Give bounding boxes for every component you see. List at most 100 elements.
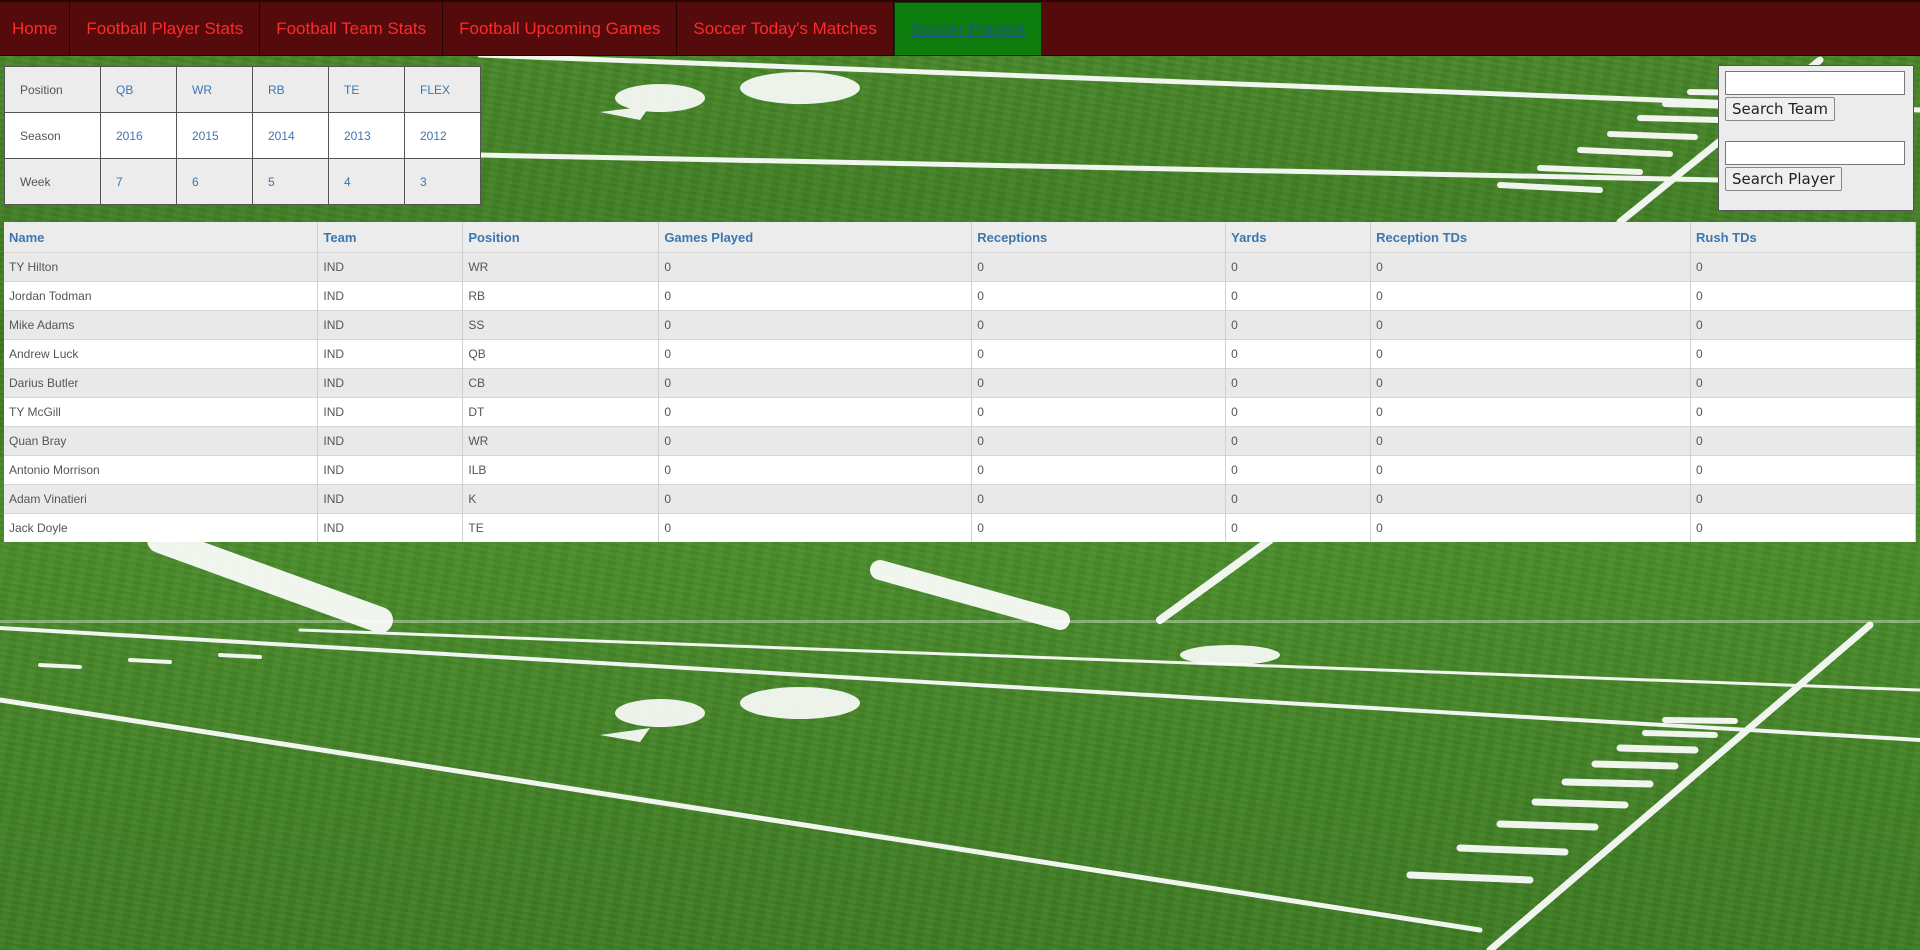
column-header-rush-tds[interactable]: Rush TDs (1690, 222, 1916, 253)
table-cell: 0 (1370, 368, 1692, 398)
top-navbar: Home Football Player Stats Football Team… (0, 0, 1920, 56)
table-cell: 0 (971, 281, 1227, 311)
table-row: Jack Doyle IND TE 0 0 0 0 0 (4, 513, 1916, 542)
season-option-2014[interactable]: 2014 (252, 112, 329, 159)
table-body: TY Hilton IND WR 0 0 0 0 0 Jordan Todman IND RB 0 0 0… (4, 252, 1916, 542)
week-option-4[interactable]: 4 (328, 158, 405, 205)
table-row: TY Hilton IND WR 0 0 0 0 0 (4, 252, 1916, 282)
column-header-receptions[interactable]: Receptions (971, 222, 1227, 253)
nav-soccer-players[interactable]: Soccer Players (893, 2, 1043, 56)
table-cell: 0 (971, 339, 1227, 369)
column-header-games-played[interactable]: Games Played (658, 222, 973, 253)
table-cell: Jordan Todman (4, 281, 319, 311)
table-row: Antonio Morrison IND ILB 0 0 0 0 0 (4, 455, 1916, 485)
table-cell: 0 (658, 252, 973, 282)
season-label: Season (4, 112, 101, 159)
table-header-row: Name Team Position Games Played Receptio… (4, 222, 1916, 253)
table-cell: 0 (1225, 310, 1372, 340)
table-cell: 0 (658, 426, 973, 456)
position-option-te[interactable]: TE (328, 66, 405, 113)
column-header-team[interactable]: Team (317, 222, 464, 253)
season-option-2015[interactable]: 2015 (176, 112, 253, 159)
table-cell: 0 (1370, 426, 1692, 456)
table-cell: 0 (1225, 339, 1372, 369)
table-cell: ILB (462, 455, 660, 485)
table-cell: Andrew Luck (4, 339, 319, 369)
season-option-2016[interactable]: 2016 (100, 112, 177, 159)
table-cell: 0 (1690, 513, 1916, 542)
column-header-reception-tds[interactable]: Reception TDs (1370, 222, 1692, 253)
position-option-qb[interactable]: QB (100, 66, 177, 113)
search-player-button[interactable]: Search Player (1725, 167, 1842, 191)
table-cell: DT (462, 397, 660, 427)
nav-football-team-stats[interactable]: Football Team Stats (260, 2, 444, 56)
table-cell: 0 (1225, 484, 1372, 514)
search-team-button[interactable]: Search Team (1725, 97, 1835, 121)
player-stats-table: Name Team Position Games Played Receptio… (4, 222, 1916, 542)
table-cell: Jack Doyle (4, 513, 319, 542)
table-cell: Darius Butler (4, 368, 319, 398)
season-option-2012[interactable]: 2012 (404, 112, 481, 159)
table-cell: IND (317, 368, 464, 398)
table-cell: 0 (658, 368, 973, 398)
table-cell: 0 (971, 513, 1227, 542)
nav-home[interactable]: Home (0, 2, 71, 56)
week-option-5[interactable]: 5 (252, 158, 329, 205)
table-cell: 0 (658, 339, 973, 369)
table-row: Jordan Todman IND RB 0 0 0 0 0 (4, 281, 1916, 311)
table-cell: 0 (1225, 426, 1372, 456)
position-label: Position (4, 66, 101, 113)
week-option-3[interactable]: 3 (404, 158, 481, 205)
table-cell: K (462, 484, 660, 514)
season-option-2013[interactable]: 2013 (328, 112, 405, 159)
table-cell: TE (462, 513, 660, 542)
table-cell: 0 (971, 426, 1227, 456)
table-cell: TY Hilton (4, 252, 319, 282)
table-cell: 0 (1225, 252, 1372, 282)
table-cell: 0 (1690, 368, 1916, 398)
table-cell: 0 (658, 484, 973, 514)
week-filter-row: Week 7 6 5 4 3 (4, 158, 481, 205)
column-header-name[interactable]: Name (4, 222, 319, 253)
table-cell: 0 (1370, 281, 1692, 311)
search-spacer (1725, 121, 1907, 141)
column-header-yards[interactable]: Yards (1225, 222, 1372, 253)
table-cell: 0 (1690, 426, 1916, 456)
table-cell: TY McGill (4, 397, 319, 427)
position-option-wr[interactable]: WR (176, 66, 253, 113)
table-cell: 0 (1370, 484, 1692, 514)
table-cell: 0 (971, 252, 1227, 282)
table-cell: Adam Vinatieri (4, 484, 319, 514)
table-cell: IND (317, 484, 464, 514)
table-cell: 0 (971, 455, 1227, 485)
table-cell: 0 (1690, 397, 1916, 427)
table-cell: 0 (1225, 455, 1372, 485)
search-player-input[interactable] (1725, 141, 1905, 165)
position-filter-row: Position QB WR RB TE FLEX (4, 66, 481, 113)
week-option-7[interactable]: 7 (100, 158, 177, 205)
nav-football-player-stats[interactable]: Football Player Stats (70, 2, 261, 56)
table-cell: WR (462, 426, 660, 456)
table-cell: IND (317, 426, 464, 456)
table-cell: SS (462, 310, 660, 340)
table-cell: IND (317, 281, 464, 311)
position-option-flex[interactable]: FLEX (404, 66, 481, 113)
table-cell: 0 (1690, 252, 1916, 282)
nav-soccer-todays-matches[interactable]: Soccer Today's Matches (677, 2, 894, 56)
position-option-rb[interactable]: RB (252, 66, 329, 113)
search-team-input[interactable] (1725, 71, 1905, 95)
table-cell: IND (317, 310, 464, 340)
table-cell: Quan Bray (4, 426, 319, 456)
season-filter-row: Season 2016 2015 2014 2013 2012 (4, 112, 481, 159)
table-cell: 0 (971, 484, 1227, 514)
week-option-6[interactable]: 6 (176, 158, 253, 205)
table-cell: 0 (1370, 339, 1692, 369)
table-cell: QB (462, 339, 660, 369)
table-cell: IND (317, 455, 464, 485)
table-cell: 0 (971, 368, 1227, 398)
column-header-position[interactable]: Position (462, 222, 660, 253)
nav-football-upcoming-games[interactable]: Football Upcoming Games (443, 2, 678, 56)
table-cell: 0 (1370, 455, 1692, 485)
table-cell: IND (317, 513, 464, 542)
table-cell: IND (317, 397, 464, 427)
